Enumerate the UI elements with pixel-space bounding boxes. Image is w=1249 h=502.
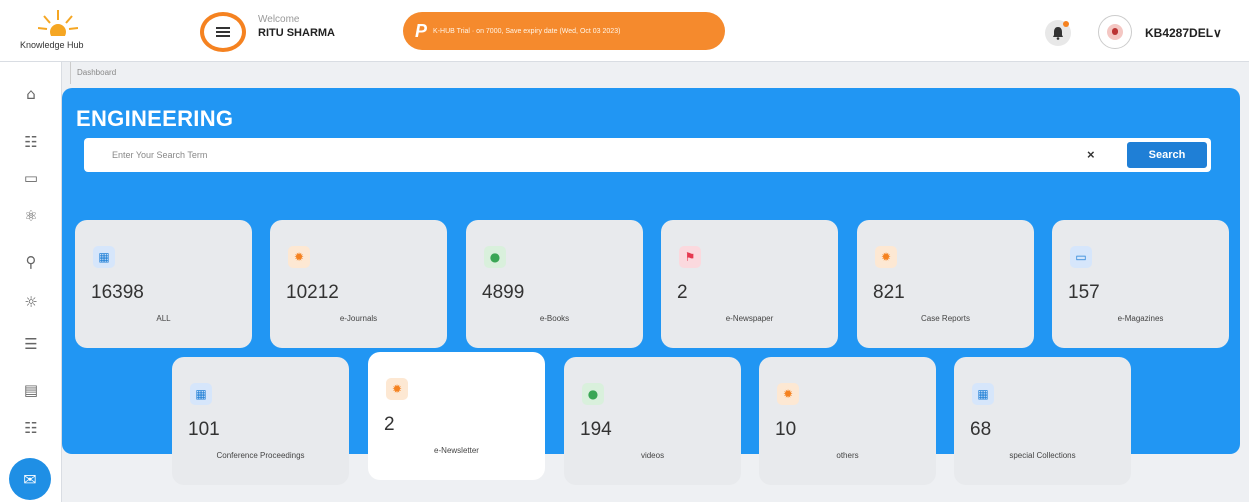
grid-icon: ▦ (93, 246, 115, 268)
card-videos[interactable]: ● 194 videos (564, 357, 741, 485)
card-count: 101 (188, 419, 220, 440)
breadcrumb[interactable]: Dashboard (70, 62, 122, 84)
user-icon: ● (484, 246, 506, 268)
card-label: e-Books (539, 314, 570, 323)
card-label: Case Reports (921, 314, 970, 323)
sun-icon: ✹ (777, 383, 799, 405)
welcome-label: Welcome (258, 14, 300, 25)
card-e-journals[interactable]: ✹ 10212 e-Journals (270, 220, 447, 348)
logo-sun-icon (38, 10, 78, 36)
chat-button[interactable]: ✉ (9, 458, 51, 500)
logo-text: Knowledge Hub (20, 40, 84, 50)
sun-icon: ✹ (875, 246, 897, 268)
card-label: e-Newsletter (434, 446, 479, 455)
page-title: ENGINEERING (76, 106, 234, 131)
card-all[interactable]: ▦ 16398 ALL (75, 220, 252, 348)
hand-icon[interactable]: ☼ (21, 292, 41, 312)
sidebar: ⌂ ☷ ▭ ⚛ ⚲ ☼ ☰ ▤ ☷ ✉ (0, 62, 62, 502)
avatar[interactable] (1098, 15, 1132, 49)
card-e-magazines[interactable]: ▭ 157 e-Magazines (1052, 220, 1229, 348)
top-header: Knowledge Hub Welcome RITU SHARMA P K-HU… (0, 0, 1249, 62)
knowledge-hub-logo[interactable]: Knowledge Hub (20, 8, 100, 54)
user-name: RITU SHARMA (258, 27, 335, 39)
settings-list-icon[interactable]: ☰ (21, 334, 41, 354)
person-desk-icon[interactable]: ⚲ (21, 252, 41, 272)
card-count: 16398 (91, 282, 144, 303)
users-icon[interactable]: ☷ (21, 132, 41, 152)
user-icon: ● (582, 383, 604, 405)
card-conference-proceedings[interactable]: ▦ 101 Conference Proceedings (172, 357, 349, 485)
dashboard-icon[interactable]: ⌂ (21, 84, 41, 104)
card-label: special Collections (1009, 451, 1076, 460)
card-case-reports[interactable]: ✹ 821 Case Reports (857, 220, 1034, 348)
card-count: 194 (580, 419, 612, 440)
user-account-dropdown[interactable]: KB4287DEL∨ (1145, 26, 1222, 40)
card-label: others (836, 451, 859, 460)
flag-icon: ⚑ (679, 246, 701, 268)
menu-toggle-button[interactable] (200, 12, 246, 52)
id-card-icon[interactable]: ▤ (21, 380, 41, 400)
notification-dot (1063, 21, 1069, 27)
grid-icon: ▦ (972, 383, 994, 405)
card-e-books[interactable]: ● 4899 e-Books (466, 220, 643, 348)
promo-logo-icon: P (415, 20, 428, 41)
group-icon[interactable]: ☷ (21, 418, 41, 438)
magazine-icon: ▭ (1070, 246, 1092, 268)
card-label: e-Journals (339, 314, 378, 323)
card-others[interactable]: ✹ 10 others (759, 357, 936, 485)
card-count: 2 (677, 282, 688, 303)
chat-icon: ✉ (23, 469, 37, 489)
search-bar: × Search (84, 138, 1211, 172)
trial-banner[interactable]: P K-HUB Trial · on 7000, Save expiry dat… (403, 12, 725, 50)
atom-icon[interactable]: ⚛ (21, 206, 41, 226)
card-label: videos (640, 451, 665, 460)
grid-icon: ▦ (190, 383, 212, 405)
card-count: 68 (970, 419, 992, 440)
search-button[interactable]: Search (1126, 141, 1208, 169)
card-label: Conference Proceedings (216, 451, 305, 460)
notifications-button[interactable] (1045, 20, 1071, 46)
card-count: 157 (1068, 282, 1100, 303)
card-count: 2 (384, 414, 395, 435)
card-label: ALL (156, 314, 171, 323)
card-special-collections[interactable]: ▦ 68 special Collections (954, 357, 1131, 485)
category-panel: ENGINEERING × Search ▦ 16398 ALL ✹ 10212… (62, 88, 1240, 485)
card-e-newspaper[interactable]: ⚑ 2 e-Newspaper (661, 220, 838, 348)
card-count: 4899 (482, 282, 525, 303)
sun-icon: ✹ (288, 246, 310, 268)
card-label: e-Magazines (1117, 314, 1164, 323)
card-count: 10 (775, 419, 797, 440)
card-count: 821 (873, 282, 905, 303)
card-label: e-Newspaper (725, 314, 774, 323)
card-count: 10212 (286, 282, 339, 303)
clear-search-button[interactable]: × (1087, 147, 1095, 162)
card-e-newsletter[interactable]: ✹ 2 e-Newsletter (368, 352, 545, 480)
search-input[interactable] (112, 146, 1072, 164)
avatar-icon (1107, 24, 1123, 40)
monitor-icon[interactable]: ▭ (21, 168, 41, 188)
welcome-block: Welcome RITU SHARMA (258, 14, 335, 39)
trial-banner-text: K-HUB Trial · on 7000, Save expiry date … (433, 27, 621, 35)
hamburger-icon (216, 27, 230, 37)
bell-icon (1053, 27, 1063, 40)
sun-icon: ✹ (386, 378, 408, 400)
